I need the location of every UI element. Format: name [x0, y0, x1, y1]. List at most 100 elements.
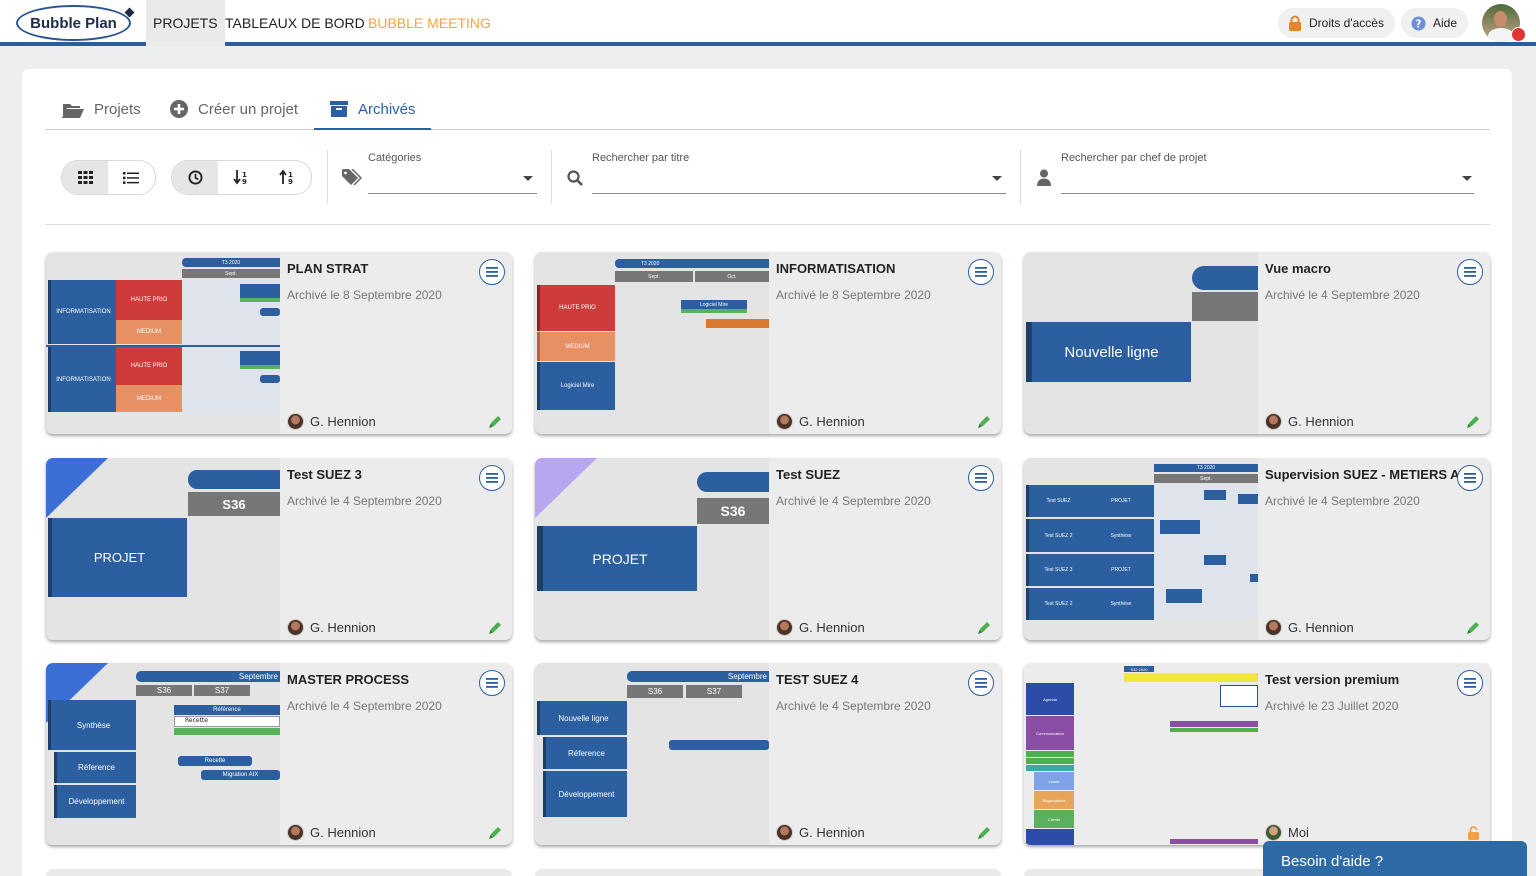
- owner-avatar: [287, 619, 304, 636]
- project-card[interactable]: T3 2020 Sept. Oct. HAUTE PRIO MEDIUM Log…: [535, 252, 1001, 434]
- filter-separator: [1020, 150, 1021, 204]
- project-card[interactable]: S36 PROJET Test SUEZ Archivé le 4 Septem…: [535, 458, 1001, 640]
- edit-button[interactable]: [488, 415, 502, 434]
- project-card[interactable]: [46, 869, 512, 876]
- manager-search-input[interactable]: [1061, 193, 1474, 194]
- project-preview[interactable]: Nouvelle ligne: [1024, 252, 1258, 434]
- project-card[interactable]: S32 2020 Agenda Communication Leads Négo…: [1024, 663, 1490, 845]
- edit-button[interactable]: [488, 826, 502, 845]
- sort-descending-icon: 19: [279, 170, 293, 185]
- project-card[interactable]: Septembre S36 S37 Synthèse Réference Dév…: [46, 663, 512, 845]
- card-owner: G. Hennion: [776, 824, 865, 841]
- owner-avatar: [776, 824, 793, 841]
- tab-creer-un-projet[interactable]: Créer un projet: [170, 89, 298, 129]
- edit-button[interactable]: [488, 621, 502, 640]
- tags-icon: [342, 169, 362, 186]
- card-menu-button[interactable]: [1457, 259, 1483, 285]
- tab-archives[interactable]: Archivés: [330, 89, 416, 129]
- preview-row: Test SUEZ 3: [1026, 554, 1088, 586]
- chevron-down-icon[interactable]: [1462, 176, 1472, 181]
- project-preview[interactable]: Septembre S36 S37 Synthèse Réference Dév…: [46, 663, 280, 845]
- project-preview[interactable]: S36 PROJET: [535, 458, 769, 640]
- preview-row: Réference: [543, 737, 627, 769]
- preview-row: Test SUEZ 2: [1026, 519, 1088, 552]
- list-view-button[interactable]: [108, 161, 154, 194]
- card-owner: G. Hennion: [1265, 413, 1354, 430]
- card-owner: G. Hennion: [776, 619, 865, 636]
- tab-projets[interactable]: Projets: [62, 89, 141, 129]
- chevron-down-icon[interactable]: [523, 176, 533, 181]
- project-preview[interactable]: T3 2020 Sept. Test SUEZ PROJET Test SUEZ…: [1024, 458, 1258, 640]
- list-icon: [123, 171, 139, 184]
- card-menu-button[interactable]: [479, 465, 505, 491]
- project-preview[interactable]: T3 2020 Sept. Oct. HAUTE PRIO MEDIUM Log…: [535, 252, 769, 434]
- owner-avatar: [287, 413, 304, 430]
- project-preview[interactable]: S36 PROJET: [46, 458, 280, 640]
- notification-badge[interactable]: [1511, 27, 1526, 42]
- card-menu-button[interactable]: [1457, 465, 1483, 491]
- preview-month: Oct.: [695, 271, 769, 282]
- grid-view-button[interactable]: [62, 161, 108, 194]
- access-rights-button[interactable]: Droits d'accès: [1278, 8, 1395, 38]
- edit-button[interactable]: [977, 826, 991, 845]
- owner-name: G. Hennion: [1288, 620, 1354, 635]
- owner-name: G. Hennion: [310, 825, 376, 840]
- project-preview[interactable]: Septembre S36 S37 Nouvelle ligne Réferen…: [535, 663, 769, 845]
- preview-row: Nouvelle ligne: [1026, 322, 1191, 382]
- nav-tableaux-de-bord[interactable]: TABLEAUX DE BORD: [218, 0, 372, 46]
- owner-avatar: [287, 824, 304, 841]
- project-preview[interactable]: T3 2020 Sept. INFORMATISATION HAUTE PRIO…: [46, 252, 280, 434]
- question-circle-icon: ?: [1411, 15, 1426, 31]
- plus-circle-icon: [170, 100, 188, 118]
- project-card[interactable]: S36 PROJET Test SUEZ 3 Archivé le 4 Sept…: [46, 458, 512, 640]
- lock-icon: [1289, 15, 1301, 31]
- project-card[interactable]: T3 2020 Sept. Test SUEZ PROJET Test SUEZ…: [1024, 458, 1490, 640]
- sort-descending-button[interactable]: 19: [264, 161, 310, 194]
- sort-by-date-button[interactable]: [172, 161, 218, 194]
- bubble-plan-logo[interactable]: Bubble Plan: [16, 5, 135, 41]
- edit-button[interactable]: [977, 415, 991, 434]
- chevron-down-icon[interactable]: [992, 176, 1002, 181]
- preview-row: Développement: [54, 785, 136, 818]
- card-menu-button[interactable]: [968, 670, 994, 696]
- menu-icon: [975, 267, 987, 277]
- preview-task: Référence: [174, 705, 280, 715]
- nav-bubble-meeting[interactable]: BUBBLE MEETING: [361, 0, 498, 46]
- project-card[interactable]: Septembre S36 S37 Nouvelle ligne Réferen…: [535, 663, 1001, 845]
- help-chat-widget[interactable]: Besoin d'aide ?: [1263, 841, 1527, 876]
- title-search-input[interactable]: [592, 193, 1006, 194]
- project-card[interactable]: T3 2020 Sept. INFORMATISATION HAUTE PRIO…: [46, 252, 512, 434]
- edit-button[interactable]: [1466, 415, 1480, 434]
- nav-projets[interactable]: PROJETS: [146, 0, 225, 46]
- card-title: PLAN STRAT: [287, 261, 369, 276]
- card-menu-button[interactable]: [479, 670, 505, 696]
- edit-button[interactable]: [1466, 621, 1480, 640]
- preview-month: Sept.: [615, 271, 693, 282]
- tab-active-indicator: [314, 128, 431, 130]
- card-title: Test version premium: [1265, 672, 1400, 687]
- card-menu-button[interactable]: [968, 465, 994, 491]
- card-menu-button[interactable]: [479, 259, 505, 285]
- menu-icon: [975, 473, 987, 483]
- preview-row: Test SUEZ: [1026, 485, 1088, 517]
- preview-month: Sept.: [182, 269, 280, 278]
- card-menu-button[interactable]: [1457, 670, 1483, 696]
- categories-select[interactable]: [368, 193, 537, 194]
- project-card[interactable]: Nouvelle ligne Vue macro Archivé le 4 Se…: [1024, 252, 1490, 434]
- menu-icon: [486, 678, 498, 688]
- preview-row: Logiciel Mire: [537, 362, 615, 410]
- sort-ascending-button[interactable]: 19: [218, 161, 264, 194]
- edit-button[interactable]: [977, 621, 991, 640]
- card-title: MASTER PROCESS: [287, 672, 410, 687]
- preview-period: T3 2020: [182, 258, 280, 267]
- help-button[interactable]: ? Aide: [1401, 8, 1469, 38]
- card-menu-button[interactable]: [968, 259, 994, 285]
- project-preview[interactable]: S32 2020 Agenda Communication Leads Négo…: [1024, 663, 1258, 845]
- preview-row: Nouvelle ligne: [537, 701, 627, 735]
- card-owner: Moi: [1265, 824, 1309, 841]
- preview-row: PROJET: [48, 518, 187, 597]
- sort-toggle-group: 19 19: [171, 160, 312, 195]
- project-card[interactable]: [535, 869, 1001, 876]
- search-icon: [567, 170, 583, 186]
- preview-row: Négociations: [1034, 791, 1074, 809]
